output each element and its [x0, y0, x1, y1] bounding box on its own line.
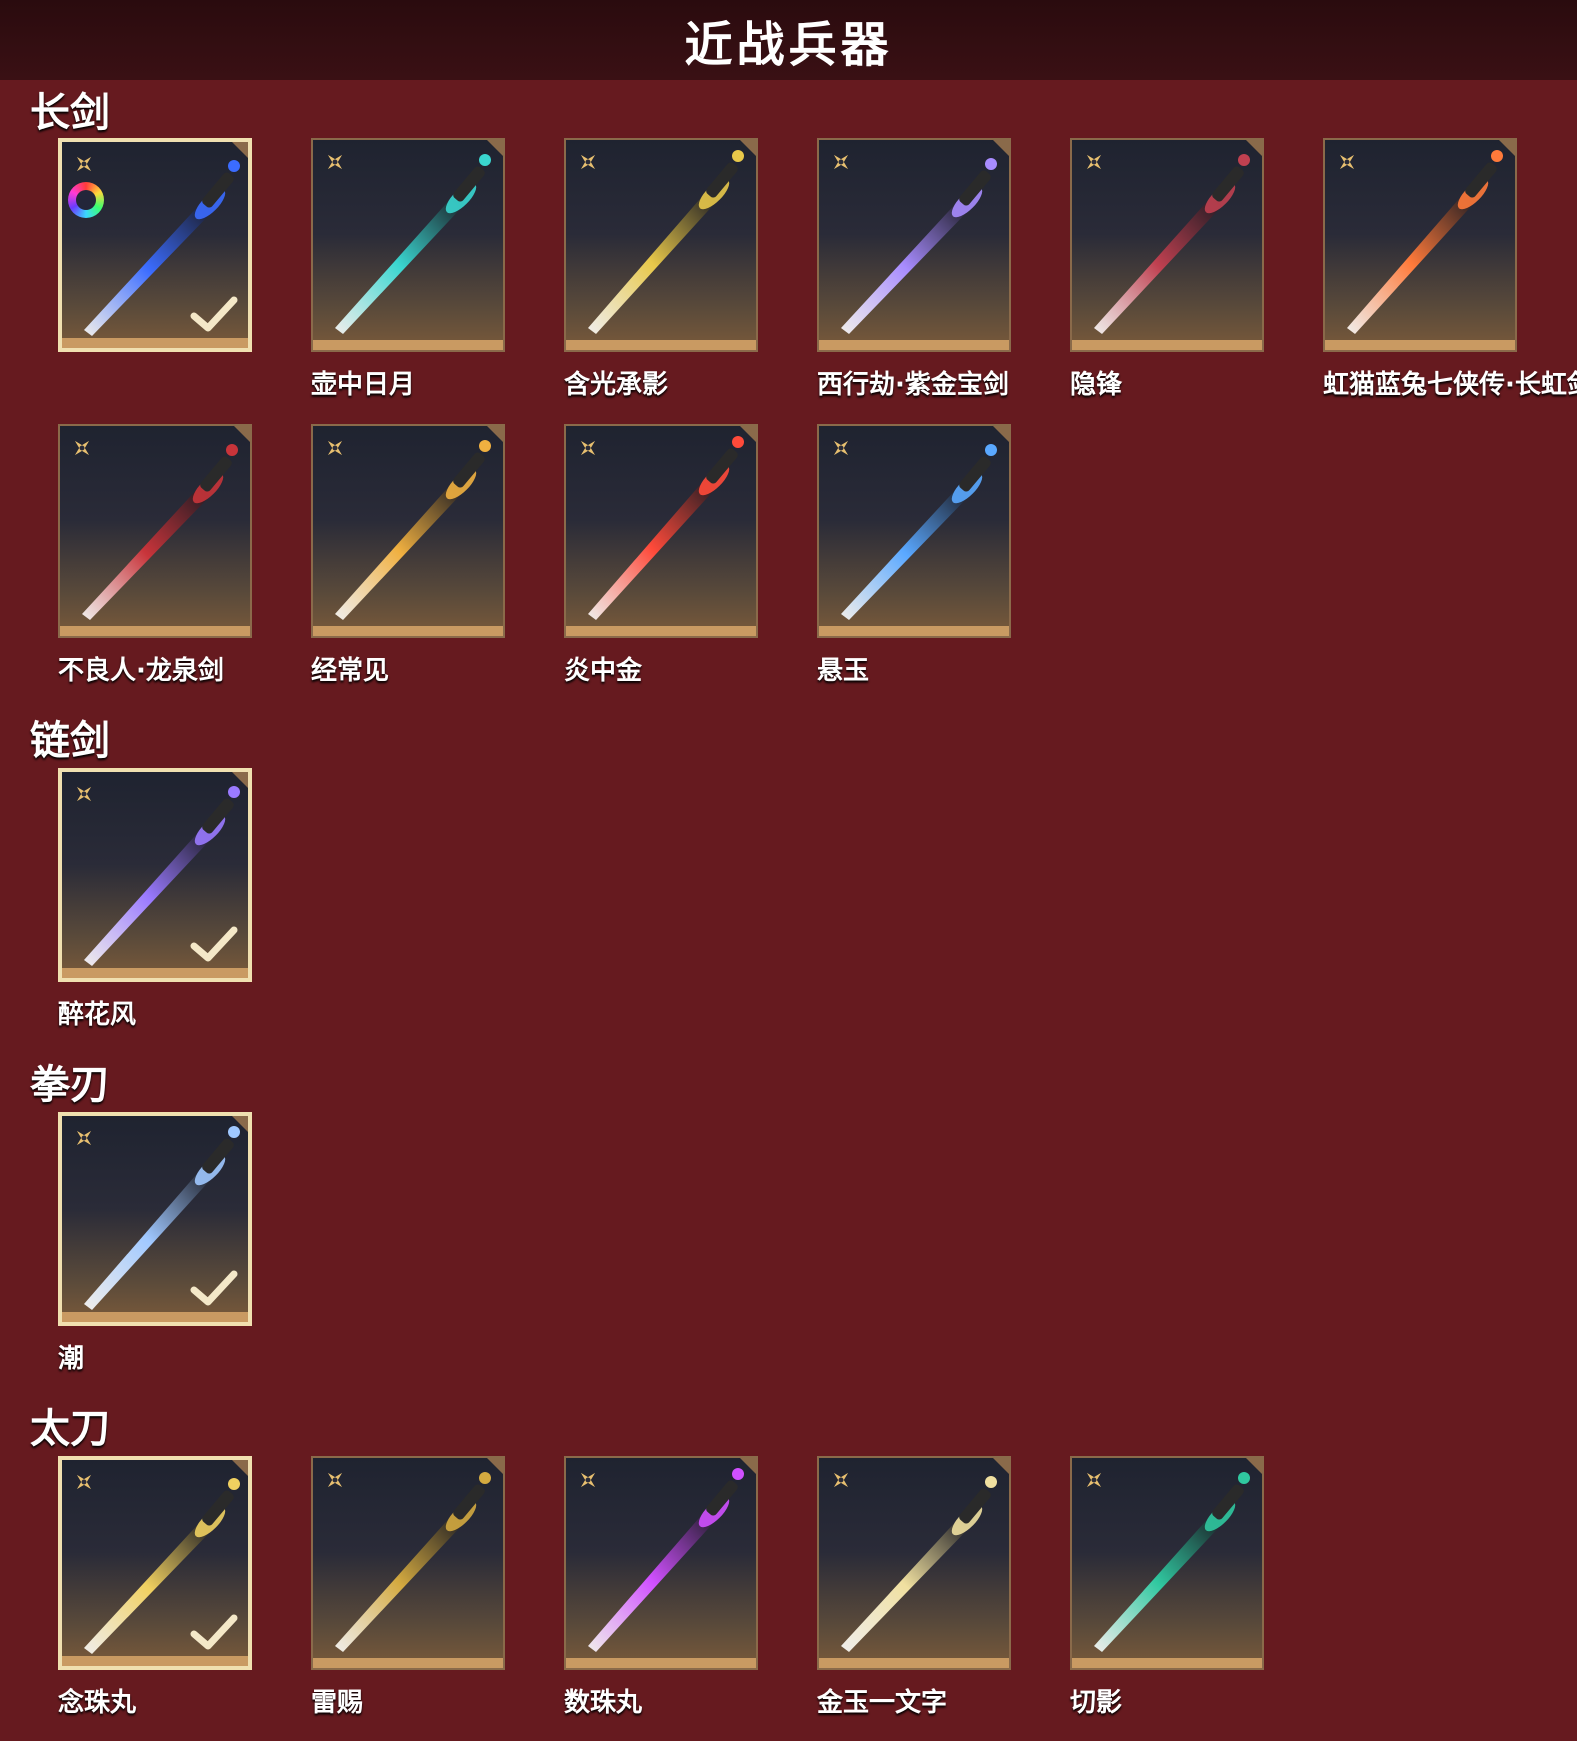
rarity-star-icon	[72, 782, 96, 806]
weapon-name: 金玉一文字	[817, 1688, 948, 1718]
weapon-card[interactable]: 经常见	[311, 424, 505, 686]
section-title-longsword: 长剑	[30, 90, 110, 136]
weapon-card[interactable]: 不良人·龙泉剑	[58, 424, 252, 686]
tile-bottom-bar	[62, 968, 248, 978]
dye-ring-icon	[68, 182, 104, 218]
rarity-star-icon	[829, 150, 853, 174]
tile-bottom-bar	[60, 626, 250, 636]
rarity-star-icon	[72, 1126, 96, 1150]
weapon-name: 切影	[1070, 1688, 1123, 1718]
weapon-name: 含光承影	[564, 370, 669, 400]
weapon-name: 数珠丸	[564, 1688, 643, 1718]
tile-bottom-bar	[566, 340, 756, 350]
weapon-name: 潮	[58, 1344, 85, 1374]
weapon-card[interactable]: 金玉一文字	[817, 1456, 1011, 1718]
section-title-katana: 太刀	[30, 1406, 110, 1452]
rarity-star-icon	[323, 150, 347, 174]
tile-bottom-bar	[313, 1658, 503, 1668]
weapon-card[interactable]: 炎中金	[564, 424, 758, 686]
weapon-tile[interactable]	[58, 138, 252, 352]
weapon-card[interactable]: 数珠丸	[564, 1456, 758, 1718]
weapon-card[interactable]: 念珠丸	[58, 1456, 252, 1718]
weapon-name: 不良人·龙泉剑	[58, 656, 224, 686]
rarity-star-icon	[1335, 150, 1359, 174]
tile-bottom-bar	[566, 626, 756, 636]
weapon-card[interactable]: 虹猫蓝兔七侠传·长虹剑	[1323, 138, 1577, 400]
weapon-card[interactable]: 西行劫·紫金宝剑	[817, 138, 1011, 400]
weapon-card[interactable]: 隐锋	[1070, 138, 1264, 400]
weapon-card[interactable]: 悬玉	[817, 424, 1011, 686]
equipped-check-icon	[190, 926, 238, 964]
rarity-star-icon	[1082, 1468, 1106, 1492]
rarity-star-icon	[576, 1468, 600, 1492]
weapon-name: 醉花风	[58, 1000, 137, 1030]
weapon-tile[interactable]	[58, 768, 252, 982]
weapon-tile[interactable]	[311, 138, 505, 352]
tile-bottom-bar	[313, 626, 503, 636]
rarity-star-icon	[576, 436, 600, 460]
weapon-name: 西行劫·紫金宝剑	[817, 370, 1009, 400]
tile-bottom-bar	[1325, 340, 1515, 350]
weapon-name: 悬玉	[817, 656, 870, 686]
weapon-tile[interactable]	[311, 424, 505, 638]
equipped-check-icon	[190, 1270, 238, 1308]
section-title-chainsword: 链剑	[30, 718, 110, 764]
weapon-tile[interactable]	[817, 1456, 1011, 1670]
tile-bottom-bar	[62, 1312, 248, 1322]
weapon-tile[interactable]	[564, 424, 758, 638]
weapon-card[interactable]: 醉花风	[58, 768, 252, 1030]
weapon-tile[interactable]	[58, 424, 252, 638]
equipped-check-icon	[190, 296, 238, 334]
weapon-tile[interactable]	[58, 1456, 252, 1670]
tile-bottom-bar	[819, 1658, 1009, 1668]
rarity-star-icon	[72, 152, 96, 176]
rarity-star-icon	[323, 1468, 347, 1492]
weapon-tile[interactable]	[564, 138, 758, 352]
equipped-check-icon	[190, 1614, 238, 1652]
weapon-name: 经常见	[311, 656, 390, 686]
rarity-star-icon	[576, 150, 600, 174]
tile-bottom-bar	[819, 626, 1009, 636]
tile-bottom-bar	[313, 340, 503, 350]
weapon-card[interactable]	[58, 138, 252, 362]
rarity-star-icon	[829, 1468, 853, 1492]
tile-bottom-bar	[566, 1658, 756, 1668]
weapon-tile[interactable]	[817, 424, 1011, 638]
header-bar: 近战兵器	[0, 0, 1577, 80]
weapon-card[interactable]: 切影	[1070, 1456, 1264, 1718]
weapon-tile[interactable]	[817, 138, 1011, 352]
weapon-name: 雷赐	[311, 1688, 364, 1718]
weapon-card[interactable]: 壶中日月	[311, 138, 505, 400]
weapon-card[interactable]: 潮	[58, 1112, 252, 1374]
weapon-name: 隐锋	[1070, 370, 1123, 400]
tile-bottom-bar	[62, 1656, 248, 1666]
rarity-star-icon	[323, 436, 347, 460]
weapon-name: 壶中日月	[311, 370, 416, 400]
rarity-star-icon	[70, 436, 94, 460]
weapon-card[interactable]: 雷赐	[311, 1456, 505, 1718]
weapon-tile[interactable]	[1323, 138, 1517, 352]
weapon-name: 炎中金	[564, 656, 643, 686]
weapon-card[interactable]: 含光承影	[564, 138, 758, 400]
tile-bottom-bar	[1072, 340, 1262, 350]
section-title-fistblade: 拳刃	[30, 1062, 110, 1108]
page-title: 近战兵器	[684, 17, 893, 73]
rarity-star-icon	[1082, 150, 1106, 174]
tile-bottom-bar	[819, 340, 1009, 350]
weapon-tile[interactable]	[1070, 138, 1264, 352]
weapon-tile[interactable]	[311, 1456, 505, 1670]
rarity-star-icon	[829, 436, 853, 460]
weapon-name: 念珠丸	[58, 1688, 137, 1718]
weapon-tile[interactable]	[564, 1456, 758, 1670]
weapon-name: 虹猫蓝兔七侠传·长虹剑	[1323, 370, 1577, 400]
rarity-star-icon	[72, 1470, 96, 1494]
tile-bottom-bar	[1072, 1658, 1262, 1668]
tile-bottom-bar	[62, 338, 248, 348]
weapon-tile[interactable]	[1070, 1456, 1264, 1670]
weapon-tile[interactable]	[58, 1112, 252, 1326]
